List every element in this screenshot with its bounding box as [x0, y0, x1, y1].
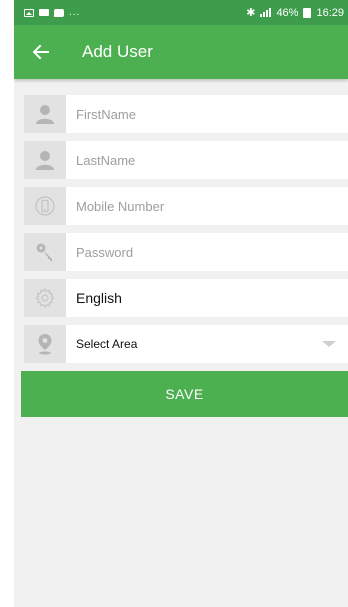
area-select-value: Select Area [76, 337, 138, 351]
person-icon [24, 95, 66, 133]
bluetooth-icon: ✱ [246, 7, 256, 19]
last-name-row [24, 141, 348, 179]
key-icon [24, 233, 66, 271]
phone-icon [24, 187, 66, 225]
language-row[interactable]: English [24, 279, 348, 317]
system-icons: ✱ 46% 16:29 [246, 6, 344, 20]
signal-icon [260, 8, 272, 17]
battery-percent: 46% [276, 6, 299, 19]
area-select[interactable]: Select Area [66, 325, 348, 363]
app-bar: Add User [14, 25, 348, 79]
notification-icons: ... [24, 7, 80, 18]
mobile-row [24, 187, 348, 225]
chat-icon [54, 8, 64, 17]
app-screen: ... ✱ 46% 16:29 Add User FirstName LastN… [14, 0, 348, 607]
area-row: Select Area [24, 325, 348, 363]
location-pin-icon [24, 325, 66, 363]
gallery-icon [24, 8, 34, 17]
last-name-input[interactable] [66, 141, 348, 179]
person-icon [24, 141, 66, 179]
save-button[interactable]: SAVE [21, 371, 348, 417]
gear-icon [24, 279, 66, 317]
first-name-row [24, 95, 348, 133]
password-input[interactable] [66, 233, 348, 271]
language-value[interactable]: English [66, 279, 348, 317]
back-arrow-icon[interactable] [32, 43, 50, 61]
password-row [24, 233, 348, 271]
battery-icon [303, 7, 312, 18]
chevron-down-icon [322, 341, 336, 347]
first-name-input[interactable] [66, 95, 348, 133]
add-user-form: English Select Area [14, 79, 348, 363]
mobile-number-input[interactable] [66, 187, 348, 225]
page-title: Add User [82, 42, 153, 61]
more-notifications: ... [69, 7, 81, 18]
phone-frame: ... ✱ 46% 16:29 Add User FirstName LastN… [0, 0, 348, 607]
message-icon [39, 9, 49, 16]
clock: 16:29 [316, 6, 344, 19]
status-bar: ... ✱ 46% 16:29 [14, 0, 348, 25]
